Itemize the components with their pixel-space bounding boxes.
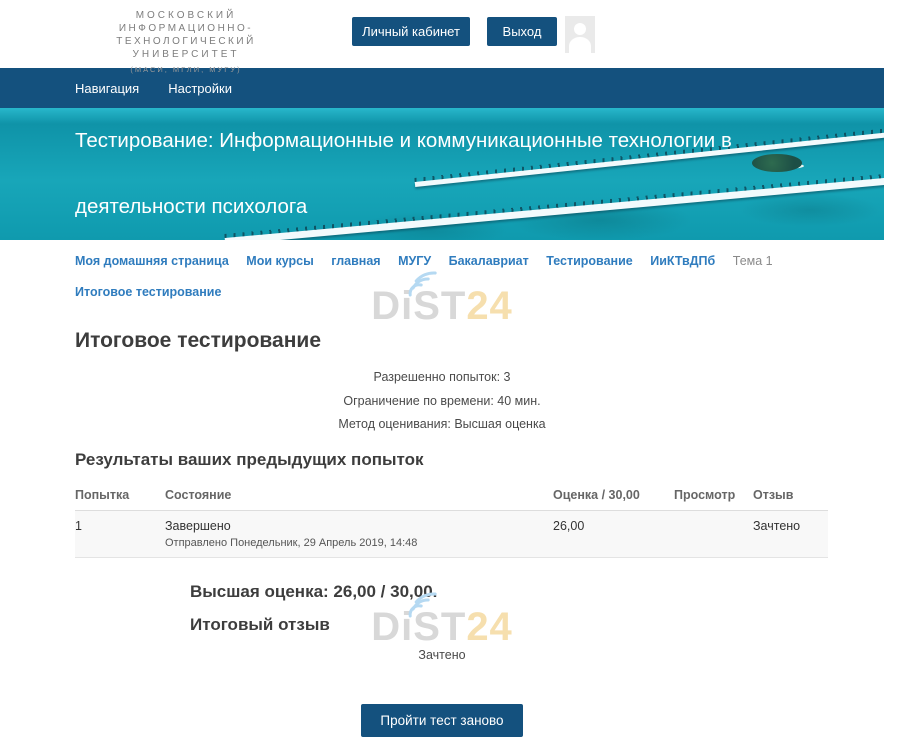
final-feedback-section: DiST24 Итоговый отзыв Зачтено bbox=[0, 615, 884, 677]
quiz-title: Итоговое тестирование bbox=[75, 329, 884, 353]
avatar-person-icon bbox=[569, 37, 591, 53]
course-title-line1: Тестирование: Информационные и коммуника… bbox=[75, 108, 732, 174]
column-header-state: Состояние bbox=[165, 482, 553, 511]
column-header-grade: Оценка / 30,00 bbox=[553, 482, 674, 511]
final-feedback-value: Зачтено bbox=[0, 648, 884, 662]
attempt-grade-cell: 26,00 bbox=[553, 510, 674, 557]
course-banner: Тестирование: Информационные и коммуника… bbox=[0, 108, 884, 240]
quiz-info: Разрешенно попыток: 3 Ограничение по вре… bbox=[0, 366, 884, 437]
avatar-person-icon bbox=[574, 23, 586, 35]
logout-button[interactable]: Выход bbox=[487, 17, 557, 46]
course-title: Тестирование: Информационные и коммуника… bbox=[75, 108, 732, 240]
highest-grade-text: Высшая оценка: 26,00 / 30,00. bbox=[190, 582, 884, 602]
course-title-line2: деятельности психолога bbox=[75, 174, 732, 240]
breadcrumb-item-final-test[interactable]: Итоговое тестирование bbox=[75, 285, 221, 299]
final-feedback-heading: Итоговый отзыв bbox=[190, 615, 884, 635]
attempts-table-header: Попытка Состояние Оценка / 30,00 Просмот… bbox=[75, 482, 828, 511]
main-content: DiST24 Моя домашняя страница Мои курсы г… bbox=[0, 240, 884, 737]
university-logo: МОСКОВСКИЙ ИНФОРМАЦИОННО-ТЕХНОЛОГИЧЕСКИЙ… bbox=[60, 9, 312, 76]
attempts-allowed-text: Разрешенно попыток: 3 bbox=[0, 366, 884, 390]
user-avatar[interactable] bbox=[565, 16, 595, 53]
breadcrumb-item-bachelor[interactable]: Бакалавриат bbox=[449, 254, 529, 268]
column-header-review: Просмотр bbox=[674, 482, 753, 511]
attempts-table: Попытка Состояние Оценка / 30,00 Просмот… bbox=[75, 482, 828, 558]
grading-method-text: Метод оценивания: Высшая оценка bbox=[0, 413, 884, 437]
column-header-attempt: Попытка bbox=[75, 482, 165, 511]
breadcrumb-item-home[interactable]: Моя домашняя страница bbox=[75, 254, 229, 268]
breadcrumb-item-main[interactable]: главная bbox=[331, 254, 380, 268]
results-heading: Результаты ваших предыдущих попыток bbox=[75, 450, 884, 470]
table-row: 1 Завершено Отправлено Понедельник, 29 А… bbox=[75, 510, 828, 557]
logo-line: ИНФОРМАЦИОННО-ТЕХНОЛОГИЧЕСКИЙ bbox=[60, 22, 312, 48]
breadcrumb-item-topic1: Тема 1 bbox=[733, 254, 773, 268]
retake-test-button[interactable]: Пройти тест заново bbox=[361, 704, 522, 737]
logo-subline: (МАСИ, МГЛИ, МУГУ) bbox=[60, 63, 312, 76]
attempt-state-cell: Завершено Отправлено Понедельник, 29 Апр… bbox=[165, 510, 553, 557]
logo-line: МОСКОВСКИЙ bbox=[60, 9, 312, 22]
breadcrumb-item-testing[interactable]: Тестирование bbox=[546, 254, 633, 268]
site-header: МОСКОВСКИЙ ИНФОРМАЦИОННО-ТЕХНОЛОГИЧЕСКИЙ… bbox=[0, 0, 884, 68]
personal-cabinet-button[interactable]: Личный кабинет bbox=[352, 17, 470, 46]
breadcrumb: Моя домашняя страница Мои курсы главная … bbox=[75, 254, 884, 299]
attempt-submitted-timestamp: Отправлено Понедельник, 29 Апрель 2019, … bbox=[165, 537, 553, 549]
logo-line: УНИВЕРСИТЕТ bbox=[60, 48, 312, 61]
column-header-feedback: Отзыв bbox=[753, 482, 828, 511]
attempt-state: Завершено bbox=[165, 519, 553, 533]
navbar-item-navigation[interactable]: Навигация bbox=[75, 81, 139, 96]
navbar-item-settings[interactable]: Настройки bbox=[168, 81, 232, 96]
page: МОСКОВСКИЙ ИНФОРМАЦИОННО-ТЕХНОЛОГИЧЕСКИЙ… bbox=[0, 0, 884, 737]
retake-button-area: Пройти тест заново bbox=[0, 704, 884, 737]
breadcrumb-item-mugu[interactable]: МУГУ bbox=[398, 254, 431, 268]
attempt-review-cell bbox=[674, 510, 753, 557]
island-image bbox=[752, 154, 802, 172]
time-limit-text: Ограничение по времени: 40 мин. bbox=[0, 390, 884, 414]
breadcrumb-item-my-courses[interactable]: Мои курсы bbox=[246, 254, 314, 268]
attempt-number-cell: 1 bbox=[75, 510, 165, 557]
attempt-feedback-cell: Зачтено bbox=[753, 510, 828, 557]
breadcrumb-item-iiktvdpb[interactable]: ИиКТвДПб bbox=[650, 254, 715, 268]
